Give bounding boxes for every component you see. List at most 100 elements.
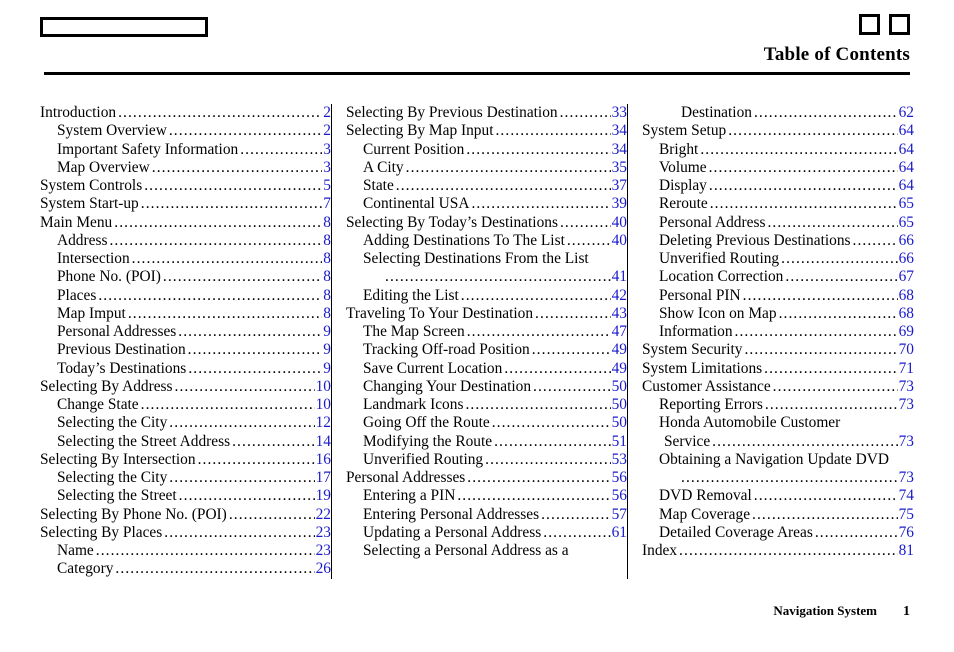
toc-entry[interactable]: Display.................................… (642, 177, 914, 195)
toc-entry[interactable]: System Overview.........................… (40, 122, 331, 140)
toc-entry[interactable]: Selecting the City......................… (40, 469, 331, 487)
toc-entry[interactable]: Personal Addresses......................… (346, 469, 627, 487)
toc-entry-label: Volume (659, 158, 707, 176)
toc-entry-continuation[interactable]: ........................................… (642, 469, 914, 487)
toc-entry[interactable]: Change State............................… (40, 396, 331, 414)
toc-entry[interactable]: Map Overview............................… (40, 159, 331, 177)
toc-entry[interactable]: Personal Address........................… (642, 214, 914, 232)
toc-entry[interactable]: Address.................................… (40, 232, 331, 250)
toc-entry[interactable]: Current Position........................… (346, 141, 627, 159)
toc-entry-page: 47 (611, 323, 627, 340)
toc-entry[interactable]: Service.................................… (642, 433, 914, 451)
toc-entry[interactable]: System Limitations......................… (642, 360, 914, 378)
toc-entry[interactable]: Important Safety Information............… (40, 141, 331, 159)
toc-entry[interactable]: Personal PIN............................… (642, 287, 914, 305)
toc-entry[interactable]: Destination.............................… (642, 104, 914, 122)
toc-entry[interactable]: DVD Removal.............................… (642, 487, 914, 505)
toc-entry[interactable]: Map Imput...............................… (40, 305, 331, 323)
toc-entry-label: System Limitations (642, 359, 763, 377)
toc-entry[interactable]: Save Current Location...................… (346, 360, 627, 378)
toc-entry-label: Service (664, 432, 711, 450)
toc-entry[interactable]: Intersection............................… (40, 250, 331, 268)
toc-entry[interactable]: Tracking Off-road Position..............… (346, 341, 627, 359)
toc-entry-page: 8 (323, 213, 331, 231)
toc-entry-page: 40 (611, 231, 627, 249)
toc-entry[interactable]: System Security.........................… (642, 341, 914, 359)
toc-entry-label: System Start-up (40, 195, 139, 213)
toc-entry[interactable]: Going Off the Route.....................… (346, 414, 627, 432)
toc-entry-page: 56 (611, 469, 627, 486)
toc-entry[interactable]: System Setup............................… (642, 122, 914, 140)
toc-entry[interactable]: Name....................................… (40, 542, 331, 560)
toc-entry[interactable]: Selecting the Street....................… (40, 487, 331, 505)
toc-entry-title-line[interactable]: Selecting a Personal Address as a (346, 542, 627, 560)
toc-entry[interactable]: Selecting By Phone No. (POI)............… (40, 506, 331, 524)
toc-entry-page: 9 (323, 323, 331, 340)
toc-entry-page: 66 (898, 231, 914, 249)
toc-entry[interactable]: Volume..................................… (642, 159, 914, 177)
toc-entry[interactable]: Personal Addresses......................… (40, 323, 331, 341)
dot-leader: ........................................… (188, 359, 322, 377)
toc-entry[interactable]: Updating a Personal Address.............… (346, 524, 627, 542)
toc-entry[interactable]: A City..................................… (346, 159, 627, 177)
toc-entry[interactable]: Modifying the Route.....................… (346, 433, 627, 451)
toc-entry[interactable]: Index...................................… (642, 542, 914, 560)
toc-entry[interactable]: Reroute.................................… (642, 195, 914, 213)
toc-entry-label: System Overview (57, 122, 167, 140)
toc-entry[interactable]: Adding Destinations To The List.........… (346, 232, 627, 250)
toc-entry[interactable]: Landmark Icons..........................… (346, 396, 627, 414)
toc-entry[interactable]: Selecting the City......................… (40, 414, 331, 432)
toc-entry[interactable]: Editing the List........................… (346, 287, 627, 305)
toc-entry[interactable]: Traveling To Your Destination...........… (346, 305, 627, 323)
dot-leader: ........................................… (395, 177, 611, 194)
toc-entry[interactable]: Show Icon on Map........................… (642, 305, 914, 323)
corner-marks (859, 14, 910, 35)
toc-entry-label: Entering a PIN (363, 487, 456, 505)
toc-entry[interactable]: Selecting the Street Address............… (40, 433, 331, 451)
toc-entry[interactable]: Today’s Destinations....................… (40, 360, 331, 378)
toc-entry[interactable]: Changing Your Destination...............… (346, 378, 627, 396)
toc-entry[interactable]: Previous Destination....................… (40, 341, 331, 359)
toc-entry[interactable]: Selecting By Places.....................… (40, 524, 331, 542)
toc-entry[interactable]: Selecting By Map Input..................… (346, 122, 627, 140)
toc-entry[interactable]: State...................................… (346, 177, 627, 195)
toc-entry[interactable]: Unverified Routing......................… (642, 250, 914, 268)
toc-entry[interactable]: Entering a PIN..........................… (346, 487, 627, 505)
toc-entry[interactable]: Selecting By Intersection...............… (40, 451, 331, 469)
toc-entry[interactable]: Bright..................................… (642, 141, 914, 159)
toc-entry[interactable]: Obtaining a Navigation Update DVD (642, 451, 914, 469)
toc-entry[interactable]: Selecting Destinations From the List (346, 250, 627, 268)
toc-entry[interactable]: Selecting By Today’s Destinations.......… (346, 214, 627, 232)
dot-leader: ........................................… (174, 377, 315, 395)
dot-leader: ........................................… (144, 177, 323, 194)
toc-entry[interactable]: Phone No. (POI).........................… (40, 268, 331, 286)
toc-entry[interactable]: Entering Personal Addresses.............… (346, 506, 627, 524)
toc-entry[interactable]: Detailed Coverage Areas.................… (642, 524, 914, 542)
toc-entry-title-line[interactable]: Honda Automobile Customer (642, 414, 914, 432)
toc-entry[interactable]: Introduction............................… (40, 104, 331, 122)
toc-entry[interactable]: System Controls.........................… (40, 177, 331, 195)
toc-entry-label: Unverified Routing (363, 450, 484, 468)
toc-entry[interactable]: The Map Screen..........................… (346, 323, 627, 341)
toc-entry[interactable]: Deleting Previous Destinations..........… (642, 232, 914, 250)
toc-entry[interactable]: Selecting By Previous Destination.......… (346, 104, 627, 122)
toc-entry[interactable]: System Start-up.........................… (40, 195, 331, 213)
toc-entry-label: Unverified Routing (659, 250, 780, 267)
toc-entry[interactable]: Category................................… (40, 560, 331, 578)
toc-entry[interactable]: Unverified Routing......................… (346, 451, 627, 469)
toc-entry[interactable]: Map Coverage............................… (642, 506, 914, 524)
toc-entry[interactable]: Information.............................… (642, 323, 914, 341)
toc-entry[interactable]: Places..................................… (40, 287, 331, 305)
toc-entry-page: 3 (323, 158, 331, 176)
toc-entry-continuation[interactable]: ........................................… (346, 268, 627, 286)
toc-entry[interactable]: Reporting Errors........................… (642, 396, 914, 414)
toc-entry[interactable]: Continental USA.........................… (346, 195, 627, 213)
toc-entry-label: A City (363, 158, 404, 176)
toc-entry[interactable]: Selecting By Address....................… (40, 378, 331, 396)
toc-entry[interactable]: Location Correction.....................… (642, 268, 914, 286)
toc-entry[interactable]: Customer Assistance.....................… (642, 378, 914, 396)
dot-leader: ........................................… (118, 104, 323, 121)
dot-leader: ........................................… (494, 432, 611, 450)
toc-entry-page: 71 (898, 359, 914, 377)
toc-entry[interactable]: Main Menu...............................… (40, 214, 331, 232)
